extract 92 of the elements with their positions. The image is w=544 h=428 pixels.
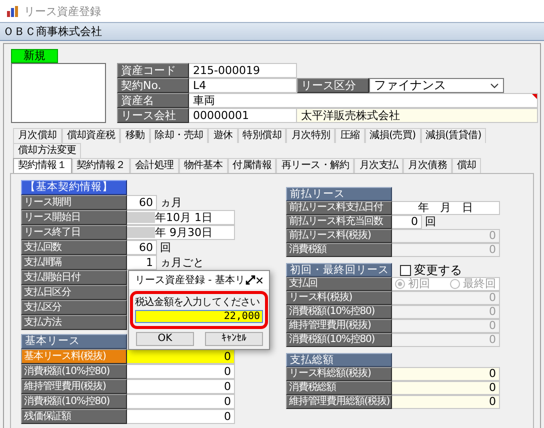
field-label: 消費税額(10%控80) (286, 333, 392, 347)
tab[interactable]: 移動 (120, 128, 150, 143)
field-label: 支払間隔 (21, 255, 127, 270)
tab[interactable]: 減損(賃貸借) (420, 128, 486, 143)
number-field[interactable]: 0 (392, 215, 422, 229)
field-label: 前払リース料充当回数 (286, 215, 392, 229)
unit-label: 回 (159, 240, 171, 255)
tab[interactable]: 付属情報 (228, 158, 276, 173)
field-label: 支払区分 (21, 300, 127, 315)
amount-input[interactable]: 22,000 (135, 310, 263, 323)
field-label: 資産名 (117, 93, 189, 108)
checkbox-label[interactable]: 変更する (414, 262, 462, 278)
tab[interactable]: 契約情報１ (13, 158, 72, 173)
field-label: 維持管理費用総額(税抜) (286, 395, 392, 409)
tab[interactable]: 物件基本 (178, 158, 228, 173)
date-field[interactable]: 年10月 1日 (127, 210, 235, 225)
tab[interactable]: 除却・売却 (150, 128, 208, 143)
tab[interactable]: 会計処理 (130, 158, 179, 173)
unit-label: 回 (424, 215, 436, 229)
tab[interactable]: 圧縮 (335, 128, 365, 143)
amount-field[interactable]: 0 (392, 381, 500, 395)
field-label: リース終了日 (21, 225, 127, 240)
amount-field[interactable]: 0 (392, 367, 500, 381)
dialog-title: リース資産登録 - 基本リ (135, 274, 245, 287)
field-label: 支払日区分 (21, 285, 127, 300)
amount-field[interactable]: 0 (127, 409, 235, 424)
field-label: 維持管理費用(税抜) (21, 379, 127, 394)
section-header: 支払総額 (286, 353, 392, 367)
field-label: リース期間 (21, 195, 127, 210)
field-label: 前払リース料支払日付 (286, 201, 392, 215)
number-field[interactable]: 60 (127, 195, 157, 210)
window-title: リース資産登録 (24, 4, 101, 18)
field-label: 前払リース料(税抜) (286, 229, 392, 243)
status-badge: 新規 (11, 49, 58, 63)
tab[interactable]: 特別償却 (238, 128, 286, 143)
number-field[interactable]: 60 (127, 240, 157, 255)
dialog-prompt: 税込金額を入力してください (135, 296, 260, 310)
amount-field[interactable]: 0 (127, 379, 235, 394)
field-label: 契約No. (117, 78, 189, 93)
dropdown[interactable]: ファイナンス (369, 78, 504, 93)
field-label: 支払回数 (21, 240, 127, 255)
field-label: 消費税額(10%控80) (286, 305, 392, 319)
unit-label: ヵ月ごと (159, 255, 204, 270)
amount-field[interactable]: 0 (127, 349, 235, 364)
tab[interactable]: 再リース・解約 (276, 158, 354, 173)
field-label: リース開始日 (21, 210, 127, 225)
company-bar: ＯＢＣ商事株式会社 (0, 22, 544, 41)
section-header: 基本リース (21, 334, 127, 349)
tab[interactable]: 遊休 (208, 128, 238, 143)
tab[interactable]: 減損(売買) (364, 128, 421, 143)
close-icon[interactable] (256, 276, 263, 284)
field-label: 消費税総額 (286, 381, 392, 395)
date-field[interactable]: 年 9月30日 (127, 225, 235, 240)
field-label: 消費税額(10%控80) (21, 364, 127, 379)
tab[interactable]: 償却方法変更 (13, 143, 82, 158)
date-field[interactable]: 年 月 日 (392, 201, 500, 215)
amount-field[interactable]: 0 (392, 395, 500, 409)
resize-icon[interactable] (244, 273, 256, 287)
tab[interactable]: 月次償却 (13, 128, 62, 143)
ok-button[interactable]: OK (136, 332, 194, 346)
field-label: リース区分 (297, 78, 369, 93)
field-label: リース料(税抜) (286, 291, 392, 305)
tab[interactable]: 契約情報２ (72, 158, 130, 173)
tab[interactable]: 償却 (452, 158, 482, 173)
tab[interactable]: 月次特別 (286, 128, 336, 143)
field-label: 基本リース料(税抜) (21, 349, 127, 364)
tab[interactable]: 月次債務 (403, 158, 452, 173)
cancel-button[interactable]: ｷｬﾝｾﾙ (205, 332, 263, 346)
unit-label: ヵ月 (159, 195, 182, 210)
field-label: 支払開始日付 (21, 270, 127, 285)
field-label: リース料総額(税抜) (286, 367, 392, 381)
chevron-down-icon (490, 82, 499, 88)
text-field[interactable]: 215-000019 (189, 63, 297, 78)
field-label: 資産コード (117, 63, 189, 78)
number-field[interactable]: 1 (127, 255, 157, 270)
field-label: 支払回 (286, 277, 392, 291)
amount-field[interactable]: 0 (127, 364, 235, 379)
field-label: 残価保証額 (21, 409, 127, 424)
field-label: 消費税額 (286, 243, 392, 257)
tab[interactable]: 償却資産税 (62, 128, 120, 143)
amount-field[interactable]: 0 (127, 394, 235, 409)
app-icon (6, 4, 20, 18)
tab[interactable]: 月次支払 (354, 158, 404, 173)
section-header: 初回・最終回リース (286, 263, 392, 277)
field-label: リース会社 (117, 108, 189, 123)
text-field[interactable]: L4 (189, 78, 297, 93)
field-label: 支払方法 (21, 315, 127, 330)
field-label: 消費税額(10%控80) (21, 394, 127, 409)
checkbox-icon[interactable] (400, 264, 411, 276)
field-label: 維持管理費用(税抜) (286, 319, 392, 333)
section-header: 前払リース (286, 187, 392, 201)
section-header: 【基本契約情報】 (21, 180, 127, 195)
